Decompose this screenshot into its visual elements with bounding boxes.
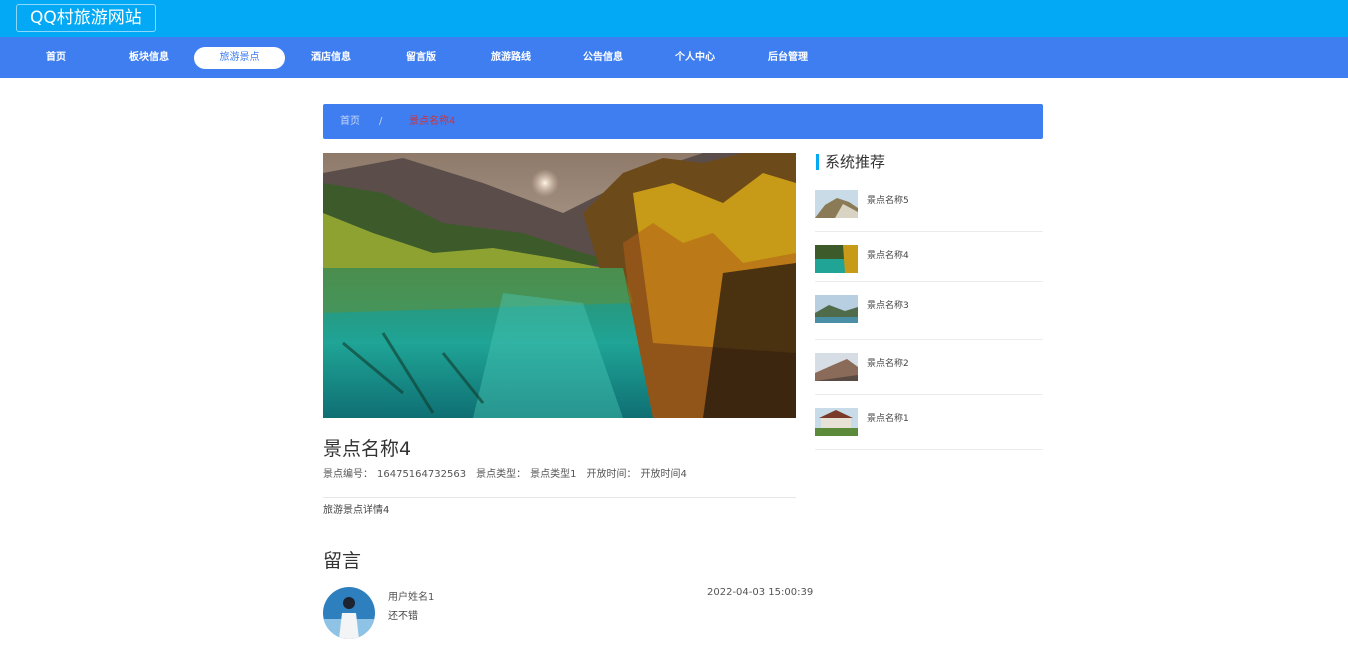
recommend-item[interactable]: 景点名称4 bbox=[815, 232, 1043, 282]
nav-item-attractions[interactable]: 旅游景点 bbox=[194, 47, 285, 69]
recommend-thumbnail[interactable] bbox=[815, 190, 858, 218]
spot-hero-image bbox=[323, 153, 796, 418]
spot-id-label: 景点编号： bbox=[323, 469, 373, 480]
nav-item-admin[interactable]: 后台管理 bbox=[759, 47, 817, 69]
nav-item-guestbook[interactable]: 留言版 bbox=[395, 47, 447, 69]
recommend-item[interactable]: 景点名称5 bbox=[815, 190, 1043, 232]
divider bbox=[323, 497, 796, 498]
comment-text: 还不错 bbox=[388, 611, 418, 622]
spot-hours-value: 开放时间4 bbox=[640, 469, 687, 480]
spot-meta: 景点编号： 16475164732563 景点类型： 景点类型1 开放时间： 开放时间4 bbox=[323, 465, 687, 480]
spot-id-value: 16475164732563 bbox=[377, 469, 467, 480]
breadcrumb-separator: / bbox=[379, 116, 383, 127]
avatar bbox=[323, 587, 375, 639]
nav-item-notices[interactable]: 公告信息 bbox=[574, 47, 632, 69]
recommend-label[interactable]: 景点名称3 bbox=[867, 298, 909, 311]
nav-item-hotels[interactable]: 酒店信息 bbox=[302, 47, 360, 69]
recommend-item[interactable]: 景点名称1 bbox=[815, 395, 1043, 450]
comments-title: 留言 bbox=[323, 550, 362, 572]
recommend-label[interactable]: 景点名称5 bbox=[867, 193, 909, 206]
breadcrumb: 首页 / 景点名称4 bbox=[323, 104, 1043, 139]
recommend-label[interactable]: 景点名称1 bbox=[867, 411, 909, 424]
nav-item-home[interactable]: 首页 bbox=[28, 47, 84, 69]
nav-item-sections[interactable]: 板块信息 bbox=[120, 47, 178, 69]
main-nav: 首页 板块信息 旅游景点 酒店信息 留言版 旅游路线 公告信息 个人中心 后台管… bbox=[0, 37, 1348, 78]
breadcrumb-current: 景点名称4 bbox=[409, 116, 456, 127]
spot-hours-label: 开放时间： bbox=[586, 469, 637, 480]
spot-detail: 旅游景点详情4 bbox=[323, 505, 390, 516]
sidebar-accent-bar bbox=[816, 154, 819, 170]
comment-username: 用户姓名1 bbox=[388, 592, 435, 603]
sidebar-title: 系统推荐 bbox=[825, 153, 886, 171]
top-header: QQ村旅游网站 bbox=[0, 0, 1348, 37]
recommend-label[interactable]: 景点名称2 bbox=[867, 356, 909, 369]
recommend-thumbnail[interactable] bbox=[815, 245, 858, 273]
recommend-thumbnail[interactable] bbox=[815, 353, 858, 381]
nav-item-routes[interactable]: 旅游路线 bbox=[482, 47, 540, 69]
site-title[interactable]: QQ村旅游网站 bbox=[16, 4, 156, 32]
recommend-thumbnail[interactable] bbox=[815, 408, 858, 436]
breadcrumb-home[interactable]: 首页 bbox=[340, 104, 360, 139]
comment-time: 2022-04-03 15:00:39 bbox=[707, 587, 814, 598]
spot-title: 景点名称4 bbox=[323, 438, 412, 460]
nav-item-profile[interactable]: 个人中心 bbox=[666, 47, 724, 69]
recommend-item[interactable]: 景点名称2 bbox=[815, 340, 1043, 395]
recommend-item[interactable]: 景点名称3 bbox=[815, 282, 1043, 340]
recommend-label[interactable]: 景点名称4 bbox=[867, 248, 909, 261]
spot-type-label: 景点类型： bbox=[476, 469, 527, 480]
recommend-thumbnail[interactable] bbox=[815, 295, 858, 323]
spot-type-value: 景点类型1 bbox=[530, 469, 577, 480]
